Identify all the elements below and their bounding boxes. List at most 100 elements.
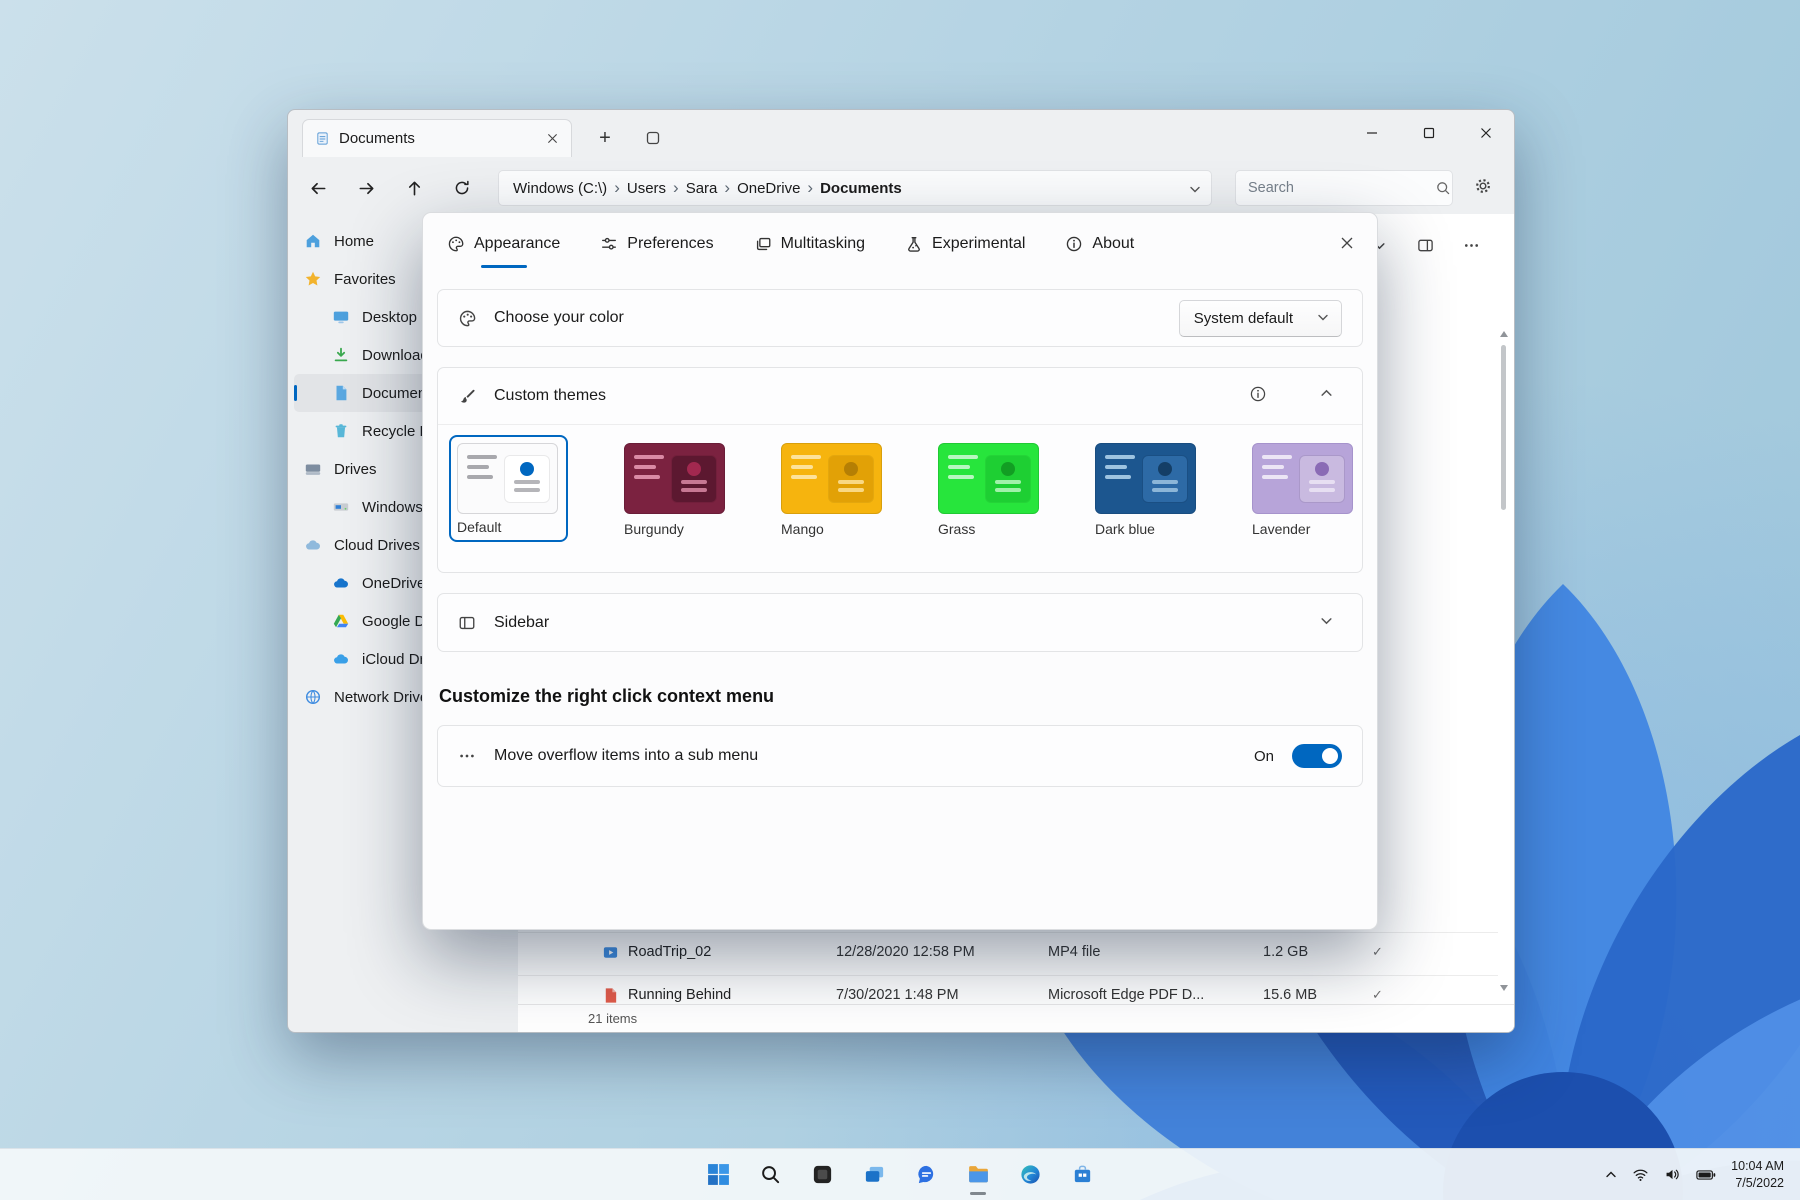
settings-dialog: Appearance Preferences Multitasking Experim… (422, 212, 1378, 930)
edge-button[interactable] (1008, 1151, 1052, 1197)
file-row-roadtrip-02[interactable]: RoadTrip_02 12/28/2020 12:58 PM MP4 file 1.… (518, 932, 1498, 973)
breadcrumb-separator: › (807, 178, 814, 197)
themes-info-button[interactable] (1242, 380, 1274, 412)
file-type: MP4 file (1048, 944, 1101, 960)
theme-mango[interactable]: Mango (781, 443, 882, 537)
drives-icon (304, 460, 324, 478)
themes-row: Default Burgundy Mango Grass Dark blue Lavend… (438, 425, 1362, 542)
onedrive-icon (332, 574, 352, 592)
overflow-toggle[interactable] (1292, 744, 1342, 768)
theme-name: Default (457, 519, 502, 535)
taskbar: 10:04 AM 7/5/2022 (0, 1148, 1800, 1200)
theme-accent-dot (1315, 462, 1329, 476)
chat-button[interactable] (904, 1151, 948, 1197)
search-icon (1435, 180, 1451, 196)
pdf-file-icon (602, 987, 619, 1004)
start-button[interactable] (696, 1151, 740, 1197)
document-tab-icon (315, 131, 330, 146)
scrollbar-thumb[interactable] (1501, 345, 1506, 510)
store-icon (1071, 1163, 1094, 1186)
themes-collapse-button[interactable] (1310, 380, 1342, 412)
breadcrumb-separator: › (724, 178, 731, 197)
taskbar-clock[interactable]: 10:04 AM 7/5/2022 (1725, 1158, 1794, 1192)
sidebar-settings-row[interactable]: Sidebar (437, 593, 1363, 652)
theme-dark-blue[interactable]: Dark blue (1095, 443, 1196, 537)
forward-button[interactable] (348, 170, 384, 206)
chat-icon (915, 1163, 938, 1186)
windows-drive-icon (332, 498, 352, 516)
theme-grass[interactable]: Grass (938, 443, 1039, 537)
address-chevron-down-icon[interactable] (1189, 182, 1201, 199)
tab-multitasking[interactable]: Multitasking (754, 213, 865, 275)
sidebar-expand-button[interactable] (1310, 607, 1342, 639)
wifi-icon[interactable] (1626, 1155, 1655, 1195)
scroll-up-icon[interactable] (1500, 331, 1508, 337)
maximize-button[interactable] (1400, 110, 1457, 156)
breadcrumb-separator: › (614, 178, 620, 197)
files-button[interactable] (956, 1151, 1000, 1197)
theme-burgundy[interactable]: Burgundy (624, 443, 725, 537)
breadcrumb-segment-users[interactable]: Users (627, 180, 666, 197)
tab-experimental[interactable]: Experimental (905, 213, 1025, 275)
search-button[interactable] (748, 1151, 792, 1197)
theme-name: Grass (938, 521, 976, 537)
dark-app-button[interactable] (800, 1151, 844, 1197)
tab-about[interactable]: About (1065, 213, 1134, 275)
settings-gear-button[interactable] (1464, 170, 1502, 206)
overflow-setting-row: Move overflow items into a sub menu On (437, 725, 1363, 787)
video-file-icon (602, 944, 619, 961)
tab-appearance[interactable]: Appearance (447, 213, 560, 275)
file-date: 7/30/2021 1:48 PM (836, 987, 959, 1003)
more-options-icon[interactable] (1456, 230, 1486, 260)
close-button[interactable] (1457, 110, 1514, 156)
recycle-icon (332, 422, 352, 440)
tab-preferences[interactable]: Preferences (600, 213, 714, 275)
tray-chevron-up-icon[interactable] (1599, 1155, 1623, 1195)
gear-icon (1474, 177, 1492, 200)
color-mode-dropdown[interactable]: System default (1178, 299, 1342, 337)
custom-themes-header[interactable]: Custom themes (438, 368, 1362, 425)
files-icon (966, 1162, 991, 1187)
volume-icon[interactable] (1658, 1155, 1687, 1195)
tab-close-icon[interactable] (541, 128, 563, 150)
theme-default[interactable]: Default (449, 435, 568, 542)
network-icon (304, 688, 324, 706)
status-bar: 21 items (518, 1004, 1514, 1032)
theme-preview-card (781, 443, 882, 514)
search-input[interactable] (1236, 180, 1435, 196)
address-bar[interactable]: Windows (C:\) › Users › Sara › OneDrive › Docume… (498, 170, 1212, 206)
theme-name: Dark blue (1095, 521, 1155, 537)
taskbar-apps (696, 1151, 1104, 1197)
preview-pane-icon[interactable] (1410, 230, 1440, 260)
minimize-button[interactable] (1343, 110, 1400, 156)
scrollbar[interactable] (1499, 331, 1509, 991)
breadcrumb-segment-documents[interactable]: Documents (820, 180, 902, 197)
task-view-button[interactable] (852, 1151, 896, 1197)
breadcrumb-segment-windows-c[interactable]: Windows (C:\) (513, 180, 607, 197)
scroll-down-icon[interactable] (1500, 985, 1508, 991)
theme-name: Mango (781, 521, 824, 537)
back-button[interactable] (300, 170, 336, 206)
preferences-tab-icon (600, 235, 618, 253)
search-box (1235, 170, 1453, 206)
overflow-dots-icon (458, 747, 478, 765)
theme-preview-card (457, 443, 558, 514)
multitasking-tab-icon (754, 235, 772, 253)
refresh-button[interactable] (444, 170, 480, 206)
theme-name: Burgundy (624, 521, 684, 537)
breadcrumb-segment-sara[interactable]: Sara (686, 180, 718, 197)
theme-preview-card (624, 443, 725, 514)
documents-icon (332, 384, 352, 402)
new-tab-button[interactable]: + (591, 124, 619, 152)
up-button[interactable] (396, 170, 432, 206)
theme-accent-dot (1001, 462, 1015, 476)
tab-documents[interactable]: Documents (302, 119, 572, 157)
breadcrumb-segment-onedrive[interactable]: OneDrive (737, 180, 800, 197)
vertical-tabs-button[interactable] (639, 124, 667, 152)
battery-icon[interactable] (1690, 1155, 1722, 1195)
choose-color-label: Choose your color (494, 309, 624, 326)
store-button[interactable] (1060, 1151, 1104, 1197)
breadcrumb: Windows (C:\) › Users › Sara › OneDrive › Docume… (513, 178, 902, 198)
dialog-close-button[interactable] (1331, 229, 1363, 261)
theme-lavender[interactable]: Lavender (1252, 443, 1353, 537)
